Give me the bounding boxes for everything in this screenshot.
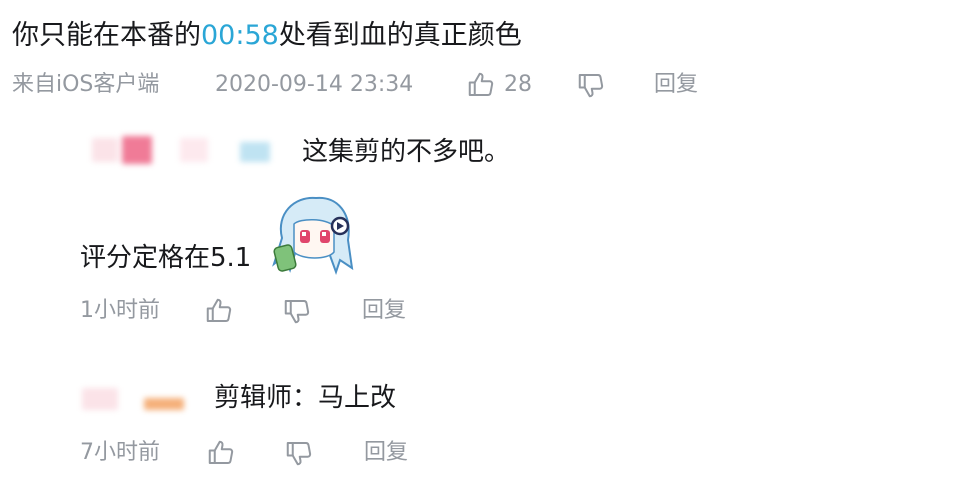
comment-text-prefix: 你只能在本番的: [12, 20, 201, 51]
sticker-image: [266, 190, 358, 278]
like-button[interactable]: [206, 438, 236, 468]
reply-text: 剪辑师：马上改: [214, 383, 397, 413]
reply-text: 这集剪的不多吧。: [302, 137, 511, 167]
like-count: 28: [504, 72, 532, 97]
reply-time: 1小时前: [80, 298, 160, 323]
reply-time: 7小时前: [80, 440, 160, 465]
like-button[interactable]: [204, 296, 234, 326]
reply-text: 评分定格在5.1: [80, 243, 252, 273]
comment-text-suffix: 处看到血的真正颜色: [278, 20, 522, 51]
thumbs-down-icon: [284, 438, 314, 468]
timestamp-link[interactable]: 00:58: [201, 20, 279, 51]
reply-button[interactable]: 回复: [362, 296, 406, 326]
comment-text: 你只能在本番的00:58处看到血的真正颜色: [12, 16, 522, 56]
reply-button[interactable]: 回复: [654, 70, 698, 100]
dislike-button[interactable]: [576, 70, 606, 100]
reply-user-avatar[interactable]: [88, 130, 273, 170]
thumbs-up-icon: [204, 296, 234, 326]
thumbs-down-icon: [282, 296, 312, 326]
reply-user-avatar[interactable]: [80, 374, 188, 414]
like-button[interactable]: 28: [466, 70, 532, 100]
thumbs-down-icon: [576, 70, 606, 100]
comment-datetime: 2020-09-14 23:34: [215, 72, 414, 97]
thumbs-up-icon: [206, 438, 236, 468]
comment-source: 来自iOS客户端: [12, 72, 160, 97]
thumbs-up-icon: [466, 70, 496, 100]
reply-button[interactable]: 回复: [364, 438, 408, 468]
dislike-button[interactable]: [284, 438, 314, 468]
dislike-button[interactable]: [282, 296, 312, 326]
